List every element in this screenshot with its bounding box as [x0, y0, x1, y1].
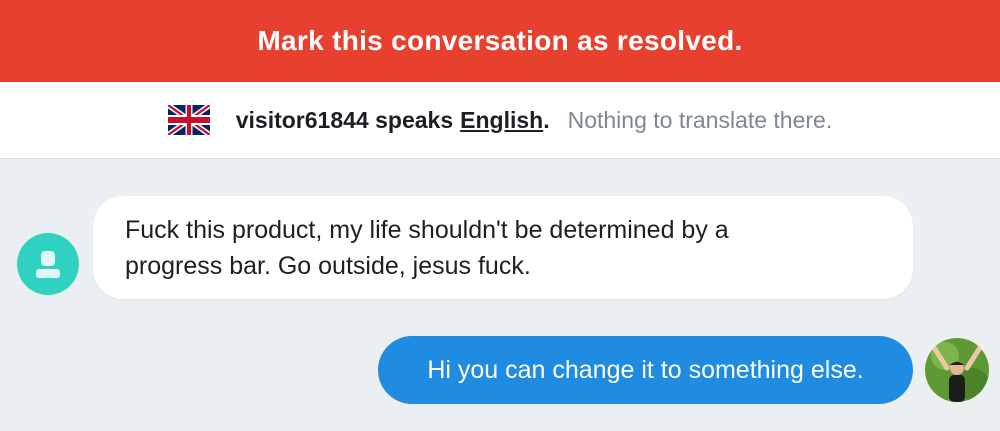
mark-resolved-button[interactable]: Mark this conversation as resolved.: [0, 0, 1000, 82]
speaker-text: visitor61844 speaks: [235, 106, 454, 133]
mark-resolved-label: Mark this conversation as resolved.: [257, 25, 743, 56]
agent-message-text: Hi you can change it to something else.: [427, 355, 864, 384]
user-icon: [36, 251, 60, 278]
agent-message-bubble: Hi you can change it to something else.: [378, 336, 913, 404]
language-period: .: [543, 106, 550, 133]
language-link[interactable]: English: [460, 107, 543, 134]
visitor-message-bubble: Fuck this product, my life shouldn't be …: [93, 196, 913, 299]
visitor-message-line1: Fuck this product, my life shouldn't be …: [125, 216, 729, 244]
language-bar: visitor61844 speaks English. Nothing to …: [0, 82, 1000, 159]
agent-photo-icon: [925, 338, 989, 402]
visitor-message-line2: progress bar. Go outside, jesus fuck.: [125, 252, 531, 280]
translation-note: Nothing to translate there.: [567, 106, 833, 133]
visitor-avatar: [17, 233, 79, 295]
agent-avatar: [925, 338, 989, 402]
uk-flag-icon: [167, 105, 210, 135]
